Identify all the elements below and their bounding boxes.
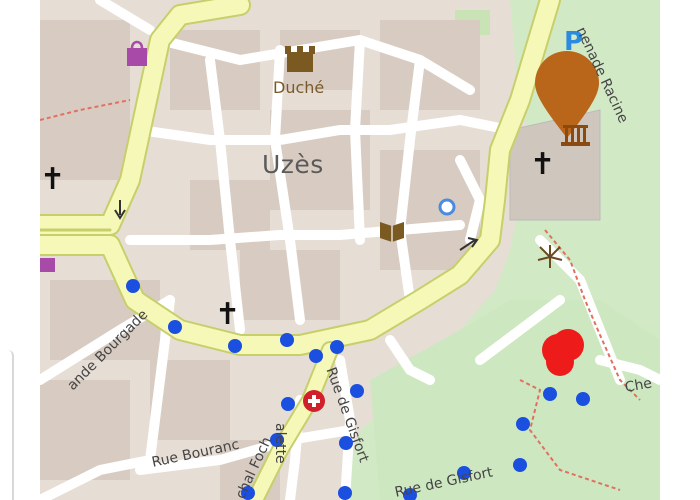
church-cross-icon[interactable]: ✝ bbox=[40, 165, 65, 195]
route-dot bbox=[513, 458, 527, 472]
route-dot bbox=[516, 417, 530, 431]
map-view[interactable]: P ✝ ✝ ✝ Uzès Duché ande Bourgade Rue Bou… bbox=[40, 0, 660, 500]
route-dot bbox=[126, 279, 140, 293]
route-dot bbox=[309, 349, 323, 363]
route-dot bbox=[576, 392, 590, 406]
church-cross-icon[interactable]: ✝ bbox=[530, 150, 555, 180]
hospital-icon[interactable] bbox=[303, 390, 325, 412]
info-point-icon[interactable] bbox=[438, 198, 456, 216]
route-dot bbox=[543, 387, 557, 401]
market-icon[interactable] bbox=[40, 258, 55, 272]
route-dot bbox=[330, 340, 344, 354]
route-dot bbox=[168, 320, 182, 334]
duche-label: Duché bbox=[273, 78, 325, 97]
street-label-ruelle: alette bbox=[272, 423, 288, 464]
route-dot bbox=[350, 384, 364, 398]
castle-icon[interactable] bbox=[285, 46, 315, 72]
town-label: Uzès bbox=[262, 150, 324, 179]
route-dot bbox=[338, 486, 352, 500]
drawer-handle[interactable] bbox=[0, 350, 14, 500]
church-cross-icon[interactable]: ✝ bbox=[215, 300, 240, 330]
route-dot bbox=[228, 339, 242, 353]
route-dot bbox=[281, 397, 295, 411]
route-dot bbox=[280, 333, 294, 347]
left-screen-edge bbox=[0, 0, 40, 500]
